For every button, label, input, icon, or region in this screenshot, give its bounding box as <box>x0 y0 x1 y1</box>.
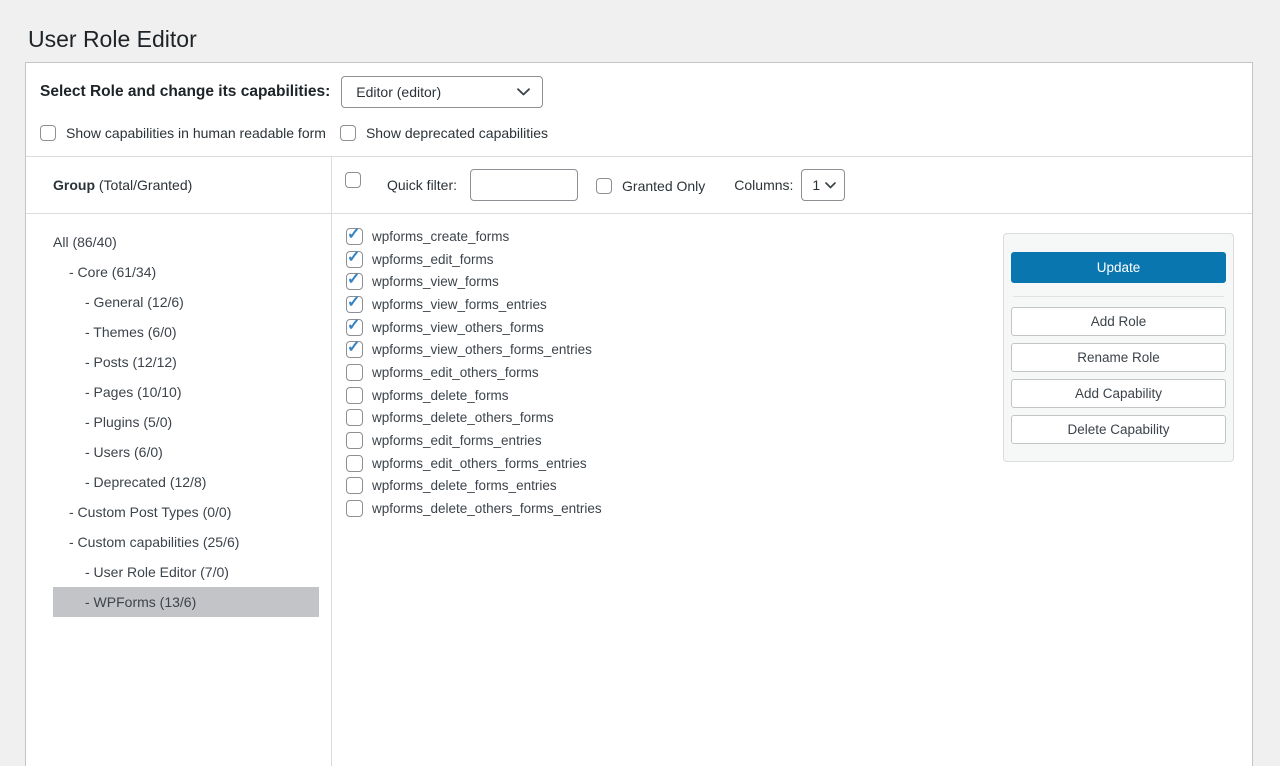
group-tree-item-label: - Custom capabilities (25/6) <box>69 534 239 550</box>
capability-checkbox[interactable] <box>346 251 363 268</box>
group-tree-item[interactable]: - Themes (6/0) <box>53 317 319 347</box>
filter-bar: Quick filter: Granted Only Columns: 1 <box>332 157 1252 214</box>
group-tree-item-label: - General (12/6) <box>85 294 184 310</box>
group-tree-item[interactable]: - Users (6/0) <box>53 437 319 467</box>
capability-name: wpforms_edit_others_forms_entries <box>372 456 587 471</box>
granted-only-option[interactable]: Granted Only <box>596 178 705 194</box>
top-section: Select Role and change its capabilities:… <box>26 63 1252 156</box>
capability-name: wpforms_view_forms <box>372 274 499 289</box>
capability-name: wpforms_edit_forms_entries <box>372 433 542 448</box>
granted-only-checkbox[interactable] <box>596 178 612 194</box>
user-role-editor-panel: Select Role and change its capabilities:… <box>25 62 1253 766</box>
capabilities-area: wpforms_create_forms wpforms_edit_forms … <box>332 214 1252 766</box>
secondary-actions: Add Role Rename Role Add Capability Dele… <box>1011 307 1226 444</box>
select-all-checkbox[interactable] <box>345 172 361 188</box>
action-button[interactable]: Delete Capability <box>1011 415 1226 444</box>
group-tree-item[interactable]: - Deprecated (12/8) <box>53 467 319 497</box>
capability-name: wpforms_delete_others_forms_entries <box>372 501 602 516</box>
capability-checkbox[interactable] <box>346 319 363 336</box>
chevron-down-icon <box>517 88 530 96</box>
group-tree-item-label: All (86/40) <box>53 234 117 250</box>
capability-checkbox[interactable] <box>346 409 363 426</box>
group-tree-item[interactable]: - Plugins (5/0) <box>53 407 319 437</box>
display-option-label: Show capabilities in human readable form <box>66 125 326 141</box>
group-tree-item[interactable]: - Posts (12/12) <box>53 347 319 377</box>
select-role-label: Select Role and change its capabilities: <box>40 83 330 101</box>
capabilities-column: Quick filter: Granted Only Columns: 1 <box>332 157 1252 766</box>
group-tree: All (86/40) - Core (61/34) - General (12… <box>26 214 331 617</box>
group-column: Group (Total/Granted) All (86/40) - Core… <box>26 157 332 766</box>
capability-checkbox[interactable] <box>346 500 363 517</box>
role-select[interactable]: Editor (editor) <box>341 76 543 108</box>
group-tree-item-label: - Themes (6/0) <box>85 324 177 340</box>
group-tree-item-label: - Core (61/34) <box>69 264 156 280</box>
panel-divider <box>1013 296 1224 297</box>
group-tree-item-label: - Custom Post Types (0/0) <box>69 504 231 520</box>
display-option[interactable]: Show capabilities in human readable form <box>40 125 326 141</box>
capability-name: wpforms_view_forms_entries <box>372 297 547 312</box>
columns-select-value: 1 <box>812 177 820 193</box>
columns-select[interactable]: 1 <box>801 169 845 201</box>
capability-row[interactable]: wpforms_delete_forms_entries <box>346 475 1252 498</box>
page-title: User Role Editor <box>28 25 197 55</box>
group-tree-item[interactable]: - Custom capabilities (25/6) <box>53 527 319 557</box>
group-tree-item-label: - User Role Editor (7/0) <box>85 564 229 580</box>
action-button[interactable]: Add Role <box>1011 307 1226 336</box>
capability-checkbox[interactable] <box>346 477 363 494</box>
quick-filter-label: Quick filter: <box>387 177 457 193</box>
granted-only-label: Granted Only <box>622 178 705 194</box>
group-tree-item[interactable]: - User Role Editor (7/0) <box>53 557 319 587</box>
capability-name: wpforms_view_others_forms <box>372 320 544 335</box>
group-tree-item[interactable]: - Pages (10/10) <box>53 377 319 407</box>
group-tree-item-label: - Posts (12/12) <box>85 354 177 370</box>
capability-name: wpforms_delete_others_forms <box>372 410 554 425</box>
group-tree-item-label: - Pages (10/10) <box>85 384 182 400</box>
capability-name: wpforms_view_others_forms_entries <box>372 342 592 357</box>
chevron-down-icon <box>825 182 836 189</box>
quick-filter-input[interactable] <box>470 169 578 201</box>
columns-label: Columns: <box>734 177 793 193</box>
group-header: Group (Total/Granted) <box>26 157 331 214</box>
capability-name: wpforms_delete_forms_entries <box>372 478 557 493</box>
group-tree-item[interactable]: - WPForms (13/6) <box>53 587 319 617</box>
group-tree-item-label: - WPForms (13/6) <box>85 594 196 610</box>
display-options: Show capabilities in human readable form… <box>40 125 1238 141</box>
capability-checkbox[interactable] <box>346 455 363 472</box>
capability-name: wpforms_create_forms <box>372 229 509 244</box>
capability-checkbox[interactable] <box>346 364 363 381</box>
group-tree-item-label: - Plugins (5/0) <box>85 414 172 430</box>
capability-checkbox[interactable] <box>346 273 363 290</box>
capability-name: wpforms_delete_forms <box>372 388 509 403</box>
group-tree-item[interactable]: - Core (61/34) <box>53 257 319 287</box>
actions-panel: Update Add Role Rename Role Add Capabili… <box>1003 233 1234 462</box>
group-tree-item-label: - Deprecated (12/8) <box>85 474 206 490</box>
capability-name: wpforms_edit_forms <box>372 252 494 267</box>
group-tree-item[interactable]: - Custom Post Types (0/0) <box>53 497 319 527</box>
display-option[interactable]: Show deprecated capabilities <box>340 125 548 141</box>
checkbox[interactable] <box>40 125 56 141</box>
capability-name: wpforms_edit_others_forms <box>372 365 539 380</box>
capability-checkbox[interactable] <box>346 228 363 245</box>
update-button[interactable]: Update <box>1011 252 1226 283</box>
group-tree-item-label: - Users (6/0) <box>85 444 163 460</box>
capability-checkbox[interactable] <box>346 296 363 313</box>
action-button[interactable]: Rename Role <box>1011 343 1226 372</box>
group-tree-item[interactable]: All (86/40) <box>53 227 319 257</box>
display-option-label: Show deprecated capabilities <box>366 125 548 141</box>
checkbox[interactable] <box>340 125 356 141</box>
action-button[interactable]: Add Capability <box>1011 379 1226 408</box>
capability-checkbox[interactable] <box>346 341 363 358</box>
capability-checkbox[interactable] <box>346 387 363 404</box>
capability-row[interactable]: wpforms_delete_others_forms_entries <box>346 497 1252 520</box>
group-tree-item[interactable]: - General (12/6) <box>53 287 319 317</box>
capability-checkbox[interactable] <box>346 432 363 449</box>
role-select-value: Editor (editor) <box>356 84 441 100</box>
